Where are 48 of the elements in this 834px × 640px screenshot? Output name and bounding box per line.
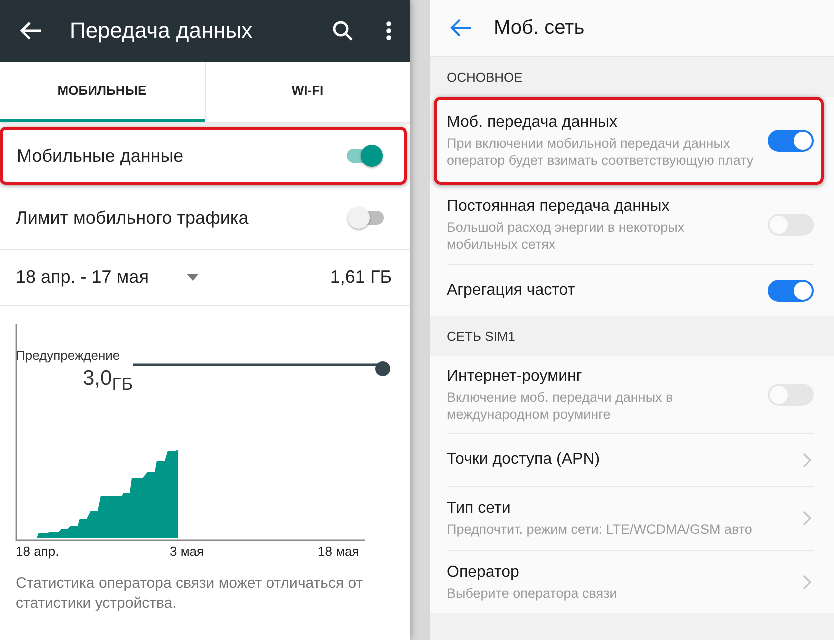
setting-row[interactable]: Оператор Выберите оператора связи (447, 551, 814, 613)
screen-title: Моб. сеть (494, 16, 585, 40)
screen-title: Передача данных (70, 18, 254, 44)
setting-row[interactable]: Интернет-роуминг Включение моб. передачи данных в международном роуминге (447, 356, 814, 434)
setting-title: Моб. передача данных (447, 113, 618, 133)
tab[interactable]: WI-FI (204, 62, 410, 122)
warning-limit-slider[interactable] (133, 362, 390, 376)
toggle-switch[interactable] (768, 130, 814, 152)
period-dropdown[interactable]: 18 апр. - 17 мая (16, 267, 149, 288)
warning-label: Предупреждение (16, 348, 120, 363)
setting-title: Тип сети (447, 499, 512, 519)
highlighted-setting-row[interactable]: Мобильные данные (0, 127, 407, 185)
chevron-icon (803, 452, 812, 468)
setting-title: Интернет-роуминг (447, 366, 584, 386)
setting-description: Выберите оператора связи (447, 584, 618, 602)
dropdown-icon[interactable] (186, 274, 199, 281)
highlighted-setting-row[interactable]: Моб. передача данных При включении мобильной передачи данных оператор будет взимать соответствующую плату (434, 97, 824, 185)
axis-label: 3 мая (170, 544, 204, 559)
setting-title: Постоянная передача данных (447, 196, 671, 216)
toggle-switch[interactable] (345, 144, 383, 168)
section-header: ОСНОВНОЕ (446, 68, 524, 86)
axis-label: 18 мая (318, 544, 360, 559)
chevron-icon (803, 511, 812, 526)
statistics-note: Статистика оператора связи может отличаться от статистики устройства. (15, 574, 364, 614)
toggle-switch[interactable] (348, 206, 386, 230)
toggle-switch[interactable] (768, 280, 814, 302)
tab[interactable]: МОБИЛЬНЫЕ (0, 62, 204, 122)
setting-row[interactable]: Тип сети Предпочтит. режим сети: LTE/WCDMA/GSM авто (447, 487, 814, 551)
setting-title: Оператор (447, 562, 520, 582)
search-icon[interactable] (332, 20, 354, 42)
setting-label: Мобильные данные (17, 146, 184, 166)
more-icon[interactable] (386, 21, 392, 41)
chevron-icon (803, 574, 812, 590)
section-header: СЕТЬ SIM1 (446, 328, 516, 346)
setting-row[interactable]: Постоянная передача данных Большой расход энергии в некоторых мобильных сетях (447, 185, 814, 265)
setting-description: При включении мобильной передачи данных оператор будет взимать соответствующую плату (447, 135, 755, 169)
warning-value: 3,0$_{ГБ}$ (83, 367, 134, 396)
setting-description: Включение моб. передачи данных в международном роуминге (447, 388, 674, 422)
usage-total: 1,61 ГБ (330, 267, 392, 288)
setting-title: Точки доступа (APN) (447, 450, 602, 470)
setting-row[interactable]: Лимит мобильного трафика (0, 187, 410, 250)
setting-description: Предпочтит. режим сети: LTE/WCDMA/GSM авто (447, 521, 754, 538)
setting-row[interactable]: Агрегация частот (447, 265, 814, 316)
setting-label: Лимит мобильного трафика (16, 208, 249, 228)
setting-title: Агрегация частот (447, 280, 576, 300)
setting-row[interactable]: Точки доступа (APN) (447, 434, 814, 487)
setting-description: Большой расход энергии в некоторых мобильных сетях (447, 218, 686, 252)
axis-label: 18 апр. (16, 544, 60, 559)
